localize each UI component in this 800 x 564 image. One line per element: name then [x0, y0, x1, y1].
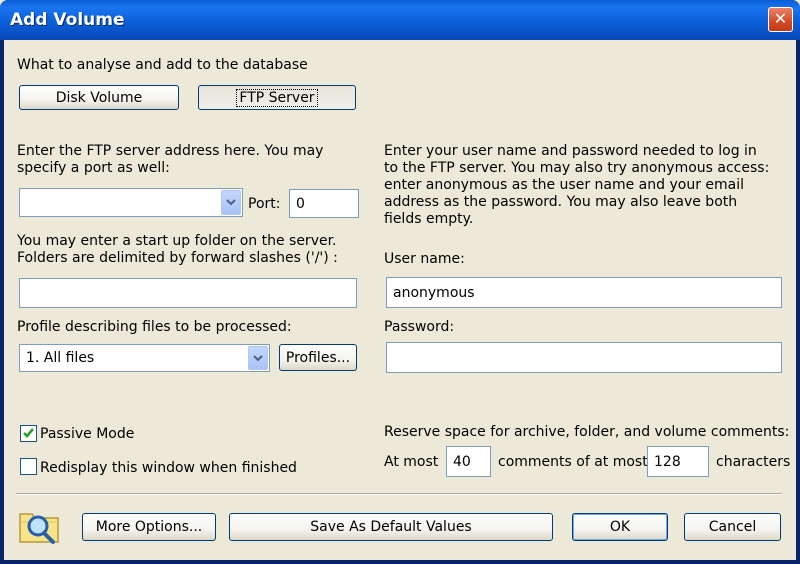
more-options-button[interactable]: More Options...: [82, 513, 216, 541]
save-default-button[interactable]: Save As Default Values: [229, 513, 553, 541]
close-icon: ✕: [773, 9, 788, 28]
footer-separator: [16, 493, 782, 495]
characters-label: characters: [716, 454, 791, 470]
close-button[interactable]: ✕: [768, 7, 793, 32]
dialog-window: Add Volume ✕ What to analyse and add to …: [0, 0, 800, 564]
comments-count-input[interactable]: 40: [446, 446, 491, 477]
folder-prompt: You may enter a start up folder on the s…: [17, 233, 338, 266]
login-prompt: Enter your user name and password needed…: [384, 143, 770, 227]
magnifier-folder-icon: [18, 506, 62, 546]
passive-mode-label[interactable]: Passive Mode: [40, 426, 134, 443]
chevron-down-icon[interactable]: [221, 190, 241, 215]
profile-label: Profile describing files to be processed…: [17, 319, 292, 335]
dialog-body: What to analyse and add to the database …: [4, 40, 796, 560]
chevron-down-icon[interactable]: [248, 346, 268, 370]
username-label: User name:: [384, 251, 465, 267]
ftp-server-button[interactable]: FTP Server: [198, 85, 356, 110]
at-most-label: At most: [384, 454, 439, 470]
ftp-address-prompt: Enter the FTP server address here. You m…: [17, 143, 324, 176]
redisplay-label[interactable]: Redisplay this window when finished: [40, 460, 297, 477]
reserve-prompt: Reserve space for archive, folder, and v…: [384, 424, 790, 440]
profile-value: 1. All files: [26, 350, 95, 366]
title-bar[interactable]: Add Volume ✕: [0, 0, 800, 40]
profiles-button[interactable]: Profiles...: [279, 344, 357, 371]
source-prompt: What to analyse and add to the database: [17, 57, 308, 73]
cancel-button[interactable]: Cancel: [684, 513, 781, 541]
ftp-address-combo[interactable]: [19, 188, 243, 217]
passive-mode-checkbox[interactable]: [20, 425, 37, 442]
disk-volume-button[interactable]: Disk Volume: [19, 85, 179, 110]
startup-folder-input[interactable]: [19, 278, 357, 308]
password-input[interactable]: [386, 342, 782, 373]
port-label: Port:: [248, 196, 281, 212]
comments-label: comments of at most: [498, 454, 648, 470]
characters-count-input[interactable]: 128: [647, 446, 709, 477]
port-input[interactable]: 0: [289, 189, 359, 218]
window-title: Add Volume: [10, 10, 125, 30]
redisplay-checkbox[interactable]: [20, 458, 37, 475]
ok-button[interactable]: OK: [572, 513, 668, 541]
profile-combo[interactable]: 1. All files: [19, 344, 270, 372]
username-input[interactable]: anonymous: [386, 277, 782, 308]
password-label: Password:: [384, 319, 455, 335]
checkmark-icon: [23, 428, 34, 438]
